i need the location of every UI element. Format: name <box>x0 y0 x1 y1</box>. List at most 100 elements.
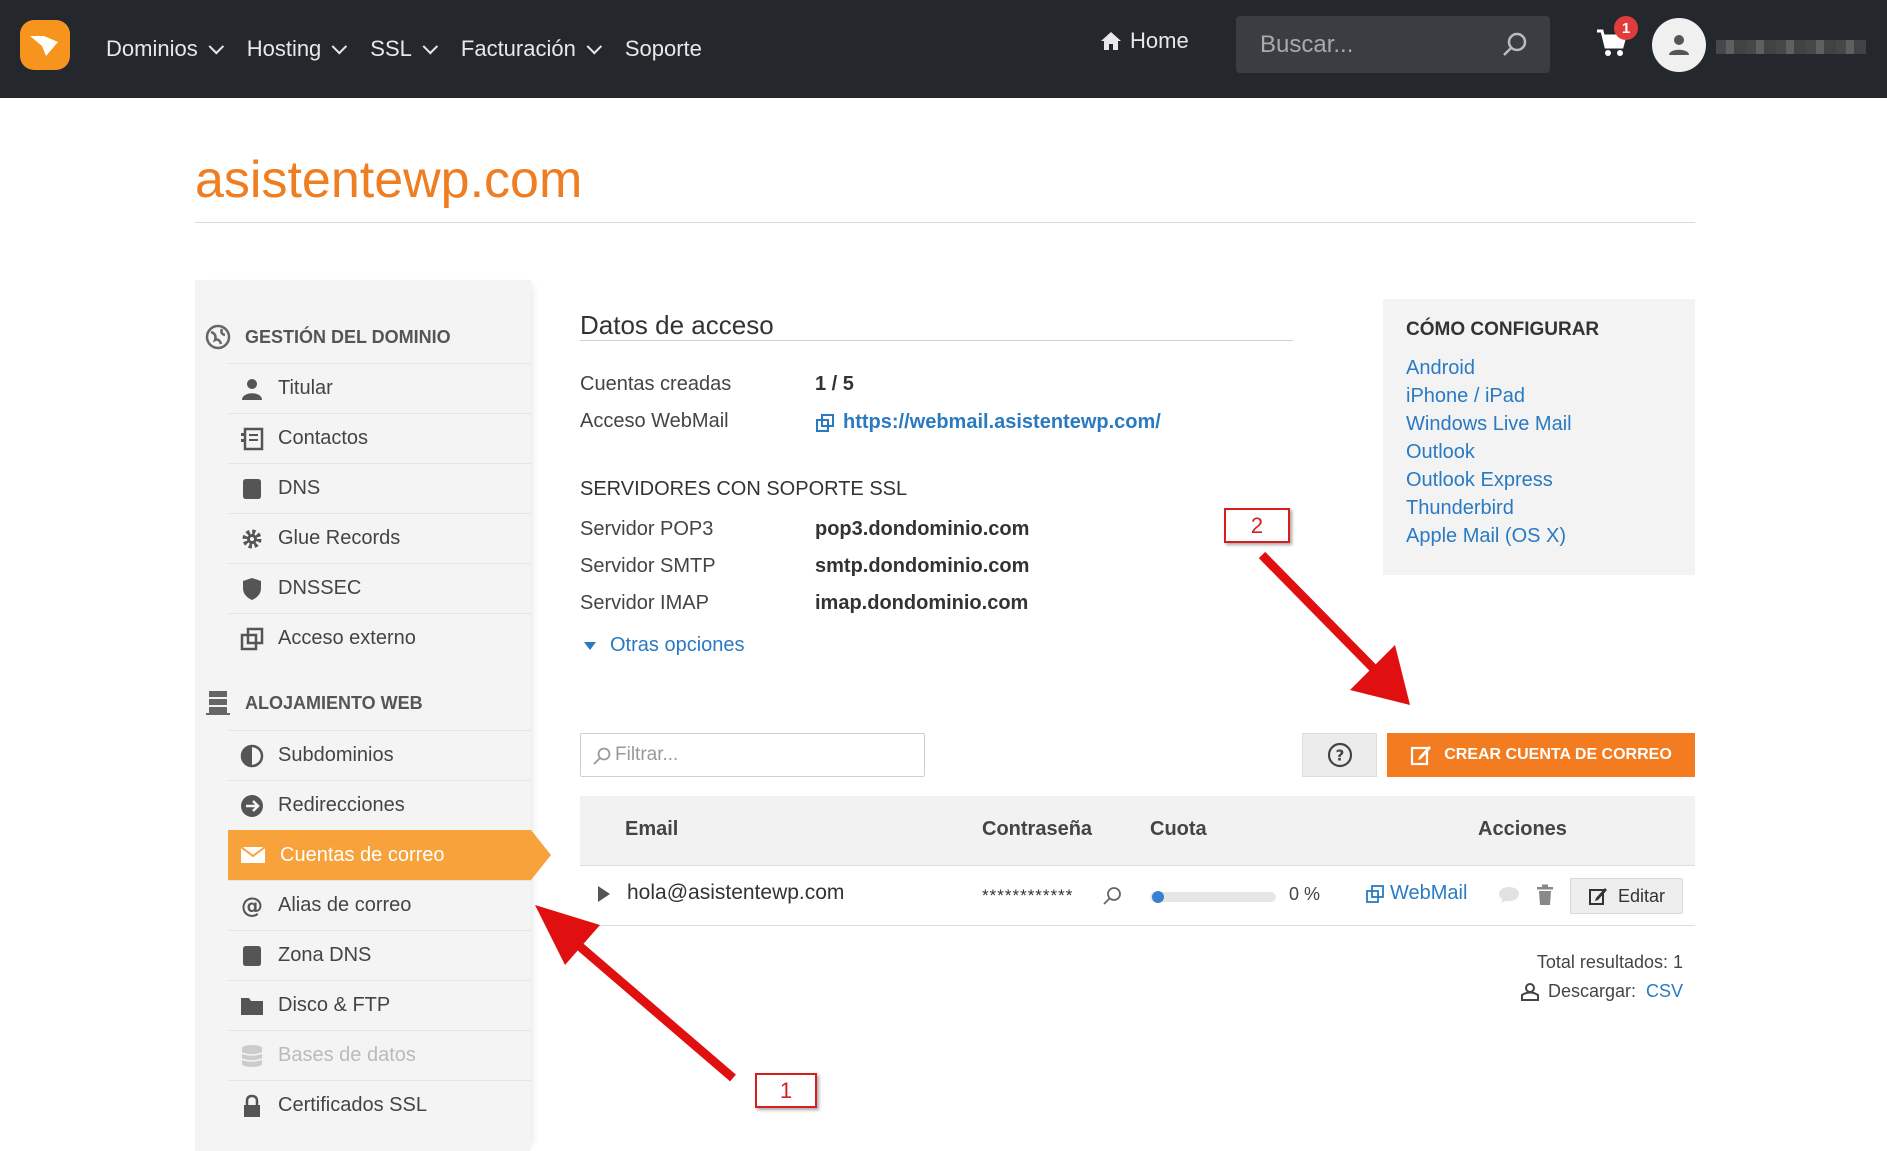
database-icon <box>241 1044 263 1067</box>
sidebar-item-alias-de-correo[interactable]: @ Alias de correo <box>228 880 531 930</box>
sidebar-item-redirecciones[interactable]: Redirecciones <box>228 780 531 830</box>
edit-button-label: Editar <box>1617 885 1666 906</box>
sidebar-item-label: Disco & FTP <box>278 994 391 1016</box>
column-header-actions: Acciones <box>1478 818 1567 840</box>
config-link-iphone[interactable]: iPhone / iPad <box>1406 385 1525 408</box>
sidebar-item-glue-records[interactable]: Glue Records <box>228 513 531 563</box>
nav-ssl[interactable]: SSL <box>370 36 438 62</box>
sidebar-item-disco-ftp[interactable]: Disco & FTP <box>228 980 531 1030</box>
create-button-label: CREAR CUENTA DE CORREO <box>1444 746 1672 763</box>
config-link-thunderbird[interactable]: Thunderbird <box>1406 497 1514 520</box>
config-link-android[interactable]: Android <box>1406 357 1475 380</box>
filter-input[interactable] <box>615 734 915 776</box>
column-header-password: Contraseña <box>982 818 1093 840</box>
sidebar-item-label: Subdominios <box>278 744 394 766</box>
expand-row-icon[interactable] <box>598 886 610 902</box>
config-link-apple-mail[interactable]: Apple Mail (OS X) <box>1406 525 1566 548</box>
home-link[interactable]: Home <box>1100 28 1189 54</box>
sidebar-item-label: DNS <box>278 477 321 499</box>
user-icon <box>1669 35 1689 55</box>
webmail-access-link[interactable]: https://webmail.asistentewp.com/ <box>815 411 1161 434</box>
sidebar-item-cuentas-de-correo[interactable]: Cuentas de correo <box>228 830 551 880</box>
sidebar-item-subdominios[interactable]: Subdominios <box>228 730 531 780</box>
title-divider <box>195 222 1695 223</box>
download-label: Descargar: <box>1547 981 1636 1001</box>
webmail-access-label: Acceso WebMail <box>580 410 729 432</box>
sidebar-header-alojamiento: ALOJAMIENTO WEB <box>205 690 423 716</box>
external-link-icon <box>816 413 834 432</box>
user-avatar[interactable] <box>1652 18 1706 72</box>
users-icon <box>1520 982 1539 1001</box>
quota-bar <box>1150 892 1276 902</box>
sidebar-header-label: GESTIÓN DEL DOMINIO <box>245 326 451 347</box>
svg-text:@: @ <box>241 894 263 918</box>
webmail-row-link[interactable]: WebMail <box>1366 882 1467 905</box>
sidebar-item-label: Zona DNS <box>278 944 372 966</box>
create-email-account-button[interactable]: CREAR CUENTA DE CORREO <box>1387 733 1695 777</box>
sidebar-item-label: Glue Records <box>278 527 401 549</box>
webmail-url: https://webmail.asistentewp.com/ <box>843 411 1161 433</box>
quota-percent: 0 % <box>1289 884 1321 904</box>
filter-box <box>580 733 925 777</box>
trash-icon[interactable] <box>1536 884 1554 906</box>
accounts-created-label: Cuentas creadas <box>580 373 732 395</box>
dns-icon <box>243 478 261 499</box>
username-redacted[interactable] <box>1716 40 1866 54</box>
sidebar-item-titular[interactable]: Titular <box>228 363 531 413</box>
annotation-label-2: 2 <box>1224 508 1290 543</box>
search-input[interactable] <box>1236 16 1496 73</box>
nav-label: Dominios <box>106 36 198 61</box>
chat-bubble-icon[interactable] <box>1498 886 1520 904</box>
top-navbar: Dominios Hosting SSL Facturación Soporte… <box>0 0 1887 98</box>
server-pop3-value: pop3.dondominio.com <box>815 518 1030 540</box>
sidebar-item-label: Redirecciones <box>278 794 405 816</box>
server-icon <box>206 691 230 715</box>
nav-dominios[interactable]: Dominios <box>106 36 224 62</box>
nav-soporte[interactable]: Soporte <box>625 36 702 62</box>
sidebar-header-gestion: GESTIÓN DEL DOMINIO <box>205 324 451 350</box>
nav-hosting[interactable]: Hosting <box>246 36 348 62</box>
help-button[interactable]: ? <box>1302 733 1377 777</box>
quota-fill <box>1152 891 1164 903</box>
chevron-down-icon <box>331 38 348 54</box>
download-row: Descargar: CSV <box>1515 981 1683 1002</box>
more-options-toggle[interactable]: Otras opciones <box>584 634 745 657</box>
sidebar-item-dnssec[interactable]: DNSSEC <box>228 563 531 613</box>
edit-account-button[interactable]: Editar <box>1570 878 1683 914</box>
config-link-outlook[interactable]: Outlook <box>1406 441 1475 464</box>
column-header-email[interactable]: Email <box>625 818 678 841</box>
column-header-quota[interactable]: Cuota <box>1150 818 1207 841</box>
sidebar-item-contactos[interactable]: Contactos <box>228 413 531 463</box>
sidebar-item-label: Certificados SSL <box>278 1094 427 1116</box>
nav-label: Hosting <box>246 36 322 61</box>
nav-label: SSL <box>370 36 412 61</box>
email-table-header: Email Contraseña Cuota Acciones <box>580 796 1695 866</box>
reveal-password-icon[interactable] <box>1102 886 1122 906</box>
nav-facturacion[interactable]: Facturación <box>461 36 602 62</box>
servers-heading: SERVIDORES CON SOPORTE SSL <box>580 478 908 500</box>
sidebar-item-label: Cuentas de correo <box>280 843 445 866</box>
external-icon <box>240 627 264 650</box>
main-nav: Dominios Hosting SSL Facturación Soporte <box>106 0 730 98</box>
chevron-down-icon <box>422 38 438 54</box>
search-icon[interactable] <box>1502 31 1528 57</box>
sidebar-item-certificados-ssl[interactable]: Certificados SSL <box>228 1080 531 1130</box>
search-icon <box>593 747 611 765</box>
server-smtp-label: Servidor SMTP <box>580 555 716 577</box>
sidebar-item-label: Alias de correo <box>278 894 412 916</box>
sidebar-item-dns[interactable]: DNS <box>228 463 531 513</box>
config-link-outlook-express[interactable]: Outlook Express <box>1406 469 1553 492</box>
more-options-label: Otras opciones <box>610 634 745 656</box>
half-circle-icon <box>240 744 264 767</box>
sidebar-item-label: Contactos <box>278 427 369 449</box>
access-divider <box>580 340 1293 341</box>
download-csv-link[interactable]: CSV <box>1646 981 1683 1002</box>
sidebar-item-zona-dns[interactable]: Zona DNS <box>228 930 531 980</box>
svg-text:?: ? <box>1335 747 1344 765</box>
edit-icon <box>1411 746 1432 766</box>
arrow-2 <box>1258 551 1410 705</box>
folder-icon <box>241 997 263 1015</box>
brand-logo[interactable] <box>20 20 70 70</box>
config-link-windows-live-mail[interactable]: Windows Live Mail <box>1406 413 1572 436</box>
sidebar-item-acceso-externo[interactable]: Acceso externo <box>228 613 531 663</box>
